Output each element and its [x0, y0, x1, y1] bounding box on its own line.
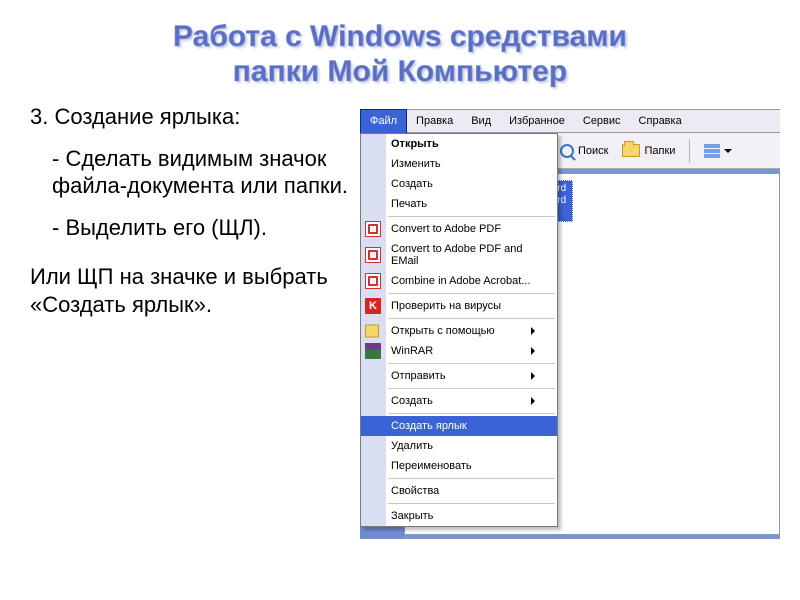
menu-item-close[interactable]: Закрыть	[361, 506, 557, 526]
chevron-down-icon	[724, 149, 732, 157]
menu-separator	[388, 503, 555, 504]
menu-item-edit[interactable]: Изменить	[361, 154, 557, 174]
antivirus-icon	[365, 298, 381, 314]
explorer-screenshot: Файл Правка Вид Избранное Сервис Справка…	[360, 109, 780, 539]
step-alt: Или ЩП на значке и выбрать «Создать ярлы…	[30, 263, 350, 318]
menu-favorites[interactable]: Избранное	[500, 110, 574, 132]
menu-item-send-to[interactable]: Отправить	[361, 366, 557, 386]
folder-icon	[622, 144, 640, 157]
file-menu-dropdown: Открыть Изменить Создать Печать Convert …	[360, 133, 558, 527]
step-bullet-2: - Выделить его (ЩЛ).	[30, 214, 350, 242]
menu-separator	[388, 318, 555, 319]
menu-item-rename[interactable]: Переименовать	[361, 456, 557, 476]
menu-item-convert-pdf-email[interactable]: Convert to Adobe PDF and EMail	[361, 239, 557, 271]
menu-view[interactable]: Вид	[462, 110, 500, 132]
menu-item-combine-acrobat[interactable]: Combine in Adobe Acrobat...	[361, 271, 557, 291]
content-row: 3. Создание ярлыка: - Сделать видимым зн…	[0, 103, 800, 539]
menu-help[interactable]: Справка	[630, 110, 691, 132]
title-line2: папки Мой Компьютер	[0, 55, 800, 90]
toolbar-search-label: Поиск	[578, 145, 608, 157]
menu-item-delete[interactable]: Удалить	[361, 436, 557, 456]
slide-title: Работа с Windows средствами папки Мой Ко…	[0, 0, 800, 103]
submenu-arrow-icon	[531, 397, 539, 405]
toolbar-search-button[interactable]: Поиск	[560, 144, 608, 158]
toolbar-folders-label: Папки	[644, 145, 675, 157]
menu-item-properties[interactable]: Свойства	[361, 481, 557, 501]
menu-item-create[interactable]: Создать	[361, 174, 557, 194]
menu-item-print[interactable]: Печать	[361, 194, 557, 214]
submenu-arrow-icon	[531, 372, 539, 380]
title-line1: Работа с Windows средствами	[0, 20, 800, 55]
menu-separator	[388, 293, 555, 294]
pdf-icon	[365, 273, 381, 289]
toolbar-divider	[689, 139, 690, 163]
menu-separator	[388, 413, 555, 414]
step-heading: 3. Создание ярлыка:	[30, 103, 350, 131]
menu-item-convert-pdf[interactable]: Convert to Adobe PDF	[361, 219, 557, 239]
menu-item-open[interactable]: Открыть	[361, 134, 557, 154]
menu-edit[interactable]: Правка	[407, 110, 462, 132]
menubar: Файл Правка Вид Избранное Сервис Справка	[360, 109, 780, 133]
menu-item-open-with[interactable]: Открыть с помощью	[361, 321, 557, 341]
menu-item-create-shortcut[interactable]: Создать ярлык	[361, 416, 557, 436]
menu-item-winrar[interactable]: WinRAR	[361, 341, 557, 361]
menu-separator	[388, 478, 555, 479]
submenu-arrow-icon	[531, 327, 539, 335]
menu-item-virus-scan[interactable]: Проверить на вирусы	[361, 296, 557, 316]
folder-icon	[365, 325, 379, 338]
menu-item-new[interactable]: Создать	[361, 391, 557, 411]
submenu-arrow-icon	[531, 347, 539, 355]
instruction-text: 3. Создание ярлыка: - Сделать видимым зн…	[30, 103, 350, 539]
menu-tools[interactable]: Сервис	[574, 110, 630, 132]
views-icon	[704, 144, 720, 158]
toolbar-views-button[interactable]	[704, 144, 732, 158]
pdf-icon	[365, 247, 381, 263]
menu-separator	[388, 216, 555, 217]
menu-separator	[388, 363, 555, 364]
menu-file[interactable]: Файл	[360, 109, 407, 134]
step-bullet-1: - Сделать видимым значок файла-документа…	[30, 145, 350, 200]
toolbar-folders-button[interactable]: Папки	[622, 144, 675, 157]
menu-separator	[388, 388, 555, 389]
pdf-icon	[365, 221, 381, 237]
winrar-icon	[365, 343, 381, 359]
search-icon	[560, 144, 574, 158]
